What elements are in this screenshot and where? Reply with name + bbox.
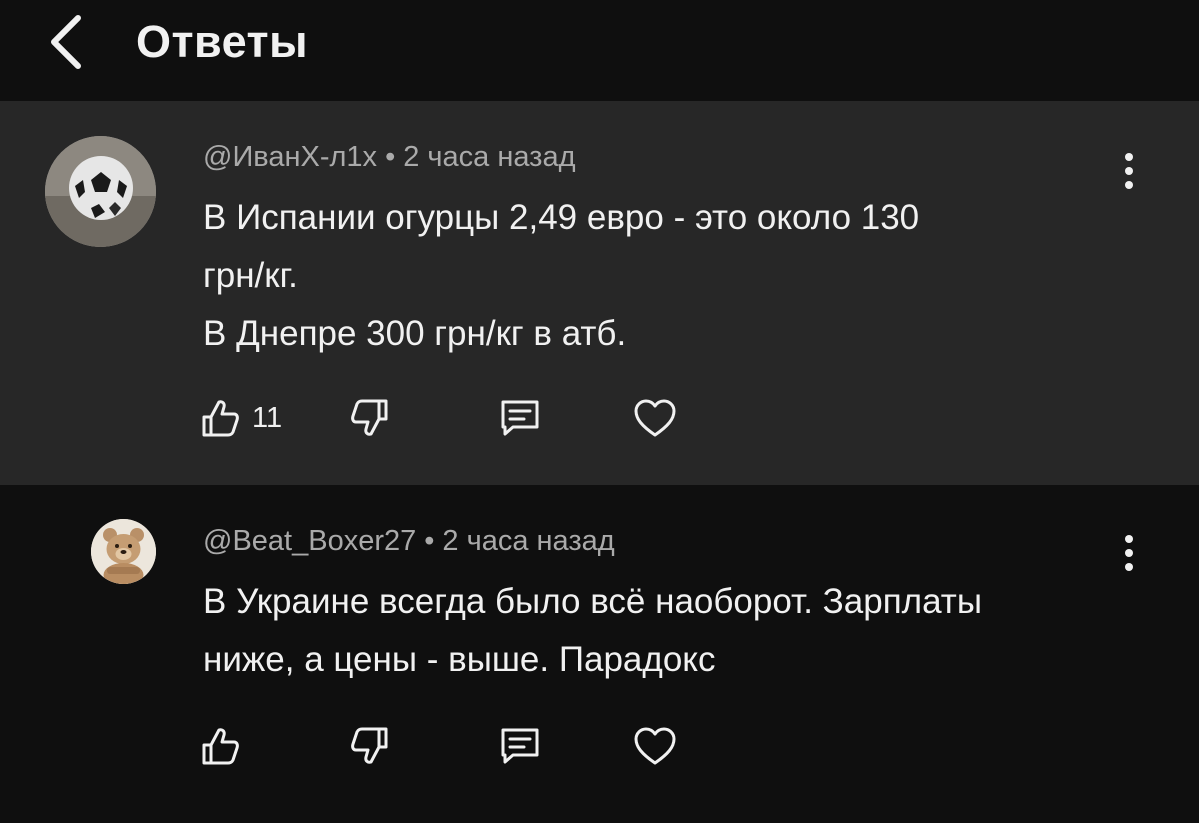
heart-icon — [632, 725, 678, 767]
comment-actions: 11 — [200, 393, 700, 443]
comment-text: В Украине всегда было всё наоборот. Зарп… — [203, 582, 982, 679]
comment-actions — [200, 721, 700, 771]
comment-author[interactable]: @ИванХ-л1х — [203, 141, 377, 173]
comment-time: 2 часа назад — [442, 525, 615, 557]
reply-button[interactable] — [497, 393, 543, 443]
thumbs-down-icon — [350, 397, 390, 439]
teddy-bear-avatar-image — [91, 519, 156, 584]
avatar[interactable] — [91, 519, 156, 584]
chevron-left-icon — [48, 14, 84, 70]
dislike-button[interactable] — [350, 721, 390, 771]
meta-separator: • — [385, 141, 396, 173]
comment-parent: @ИванХ-л1х • 2 часа назад В Испании огурцы… — [0, 101, 1199, 485]
comment-time: 2 часа назад — [403, 141, 576, 173]
heart-button[interactable] — [632, 393, 678, 443]
comment-menu-button[interactable] — [1112, 528, 1146, 578]
comment-icon — [497, 397, 543, 439]
comment-author[interactable]: @Beat_Boxer27 — [203, 525, 416, 557]
heart-icon — [632, 397, 678, 439]
dislike-button[interactable] — [350, 393, 390, 443]
thumbs-up-icon — [200, 397, 240, 439]
comment-meta: @Beat_Boxer27 • 2 часа назад — [203, 523, 615, 559]
more-vertical-icon — [1123, 151, 1135, 191]
soccer-ball-avatar-image — [45, 136, 156, 247]
app-header: Ответы — [0, 0, 1199, 101]
thumbs-up-icon — [200, 725, 240, 767]
comment-text: В Испании огурцы 2,49 евро - это около 1… — [203, 198, 920, 353]
meta-separator: • — [424, 525, 435, 557]
like-button[interactable] — [200, 721, 252, 771]
comment-menu-button[interactable] — [1112, 146, 1146, 196]
like-button[interactable]: 11 — [200, 393, 282, 443]
avatar[interactable] — [45, 136, 156, 247]
back-button[interactable] — [36, 8, 96, 76]
comment-reply: @Beat_Boxer27 • 2 часа назад В Украине все… — [0, 485, 1199, 823]
heart-button[interactable] — [632, 721, 678, 771]
thumbs-down-icon — [350, 725, 390, 767]
more-vertical-icon — [1123, 533, 1135, 573]
reply-button[interactable] — [497, 721, 543, 771]
comment-meta: @ИванХ-л1х • 2 часа назад — [203, 139, 576, 175]
comment-icon — [497, 725, 543, 767]
like-count: 11 — [252, 402, 283, 434]
page-title: Ответы — [136, 16, 309, 67]
